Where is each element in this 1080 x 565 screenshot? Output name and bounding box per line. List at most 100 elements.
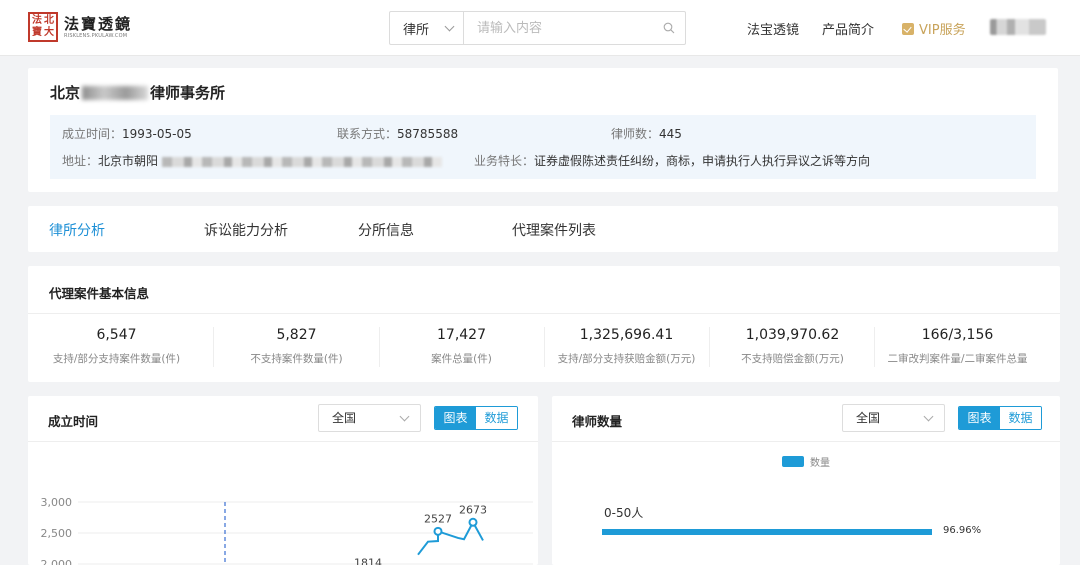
lawyer-count-info: 律师数：445 [611, 125, 682, 142]
stat-value: 1,039,970.62 [745, 327, 840, 343]
firm-info-card: 北京 律师事务所 成立时间：1993-05-05 联系方式：58785588 律… [28, 68, 1058, 192]
nav-products[interactable]: 产品简介 [822, 19, 874, 38]
user-avatar[interactable] [990, 19, 1046, 35]
stat-value: 6,547 [96, 327, 137, 343]
view-toggle: 图表 数据 [434, 406, 518, 430]
seal-char: 寶 [32, 27, 42, 38]
bar-track [602, 529, 942, 535]
y-tick-label: 3,000 [41, 496, 73, 509]
search-input[interactable] [464, 12, 685, 44]
address-label: 地址： [62, 154, 99, 168]
chevron-down-icon [444, 21, 455, 32]
logo-seal: 法 北 寶 大 [28, 12, 58, 42]
contact-label: 联系方式： [337, 127, 398, 141]
established-info: 成立时间：1993-05-05 [62, 125, 192, 142]
stat-total: 17,427 案件总量(件) [379, 327, 544, 366]
stat-supported: 6,547 支持/部分支持案件数量(件) [34, 327, 199, 366]
search-icon[interactable] [663, 22, 675, 34]
specialty-info: 业务特长：证券虚假陈述责任纠纷，商标，申请执行人执行异议之诉等方向 [474, 152, 870, 169]
stat-label: 案件总量(件) [431, 353, 492, 365]
stat-unsupported-amount: 1,039,970.62 不支持赔偿金额(万元) [710, 327, 875, 366]
stats-title: 代理案件基本信息 [49, 286, 150, 301]
chevron-down-icon [923, 411, 934, 422]
contact-info: 联系方式：58785588 [337, 125, 458, 142]
address-info: 地址：北京市朝阳 [62, 152, 443, 169]
stat-value: 166/3,156 [921, 327, 994, 343]
seal-char: 法 [32, 15, 42, 26]
seal-char: 大 [44, 27, 54, 38]
tab-cases-list[interactable]: 代理案件列表 [512, 220, 596, 240]
data-point [433, 526, 443, 536]
region-select-value: 全国 [332, 411, 357, 425]
firm-name-prefix: 北京 [50, 84, 81, 102]
stat-label: 支持/部分支持案件数量(件) [52, 353, 181, 365]
address-value: 北京市朝阳 [98, 154, 159, 168]
stat-supported-amount: 1,325,696.41 支持/部分支持获赔金额(万元) [544, 327, 709, 366]
stat-value: 17,427 [437, 327, 486, 343]
stat-label: 不支持赔偿金额(万元) [741, 353, 844, 365]
series-line [417, 520, 484, 556]
lawyer-count-value: 445 [659, 127, 682, 141]
specialty-value: 证券虚假陈述责任纠纷，商标，申请执行人执行异议之诉等方向 [534, 154, 871, 168]
nav-vip-label: VIP服务 [919, 23, 966, 38]
stat-second-instance: 166/3,156 二审改判案件量/二审案件总量 [875, 327, 1040, 366]
logo[interactable]: 法 北 寶 大 法寶透鏡 RISKLENS.PKULAW.COM [28, 12, 132, 42]
stat-unsupported: 5,827 不支持案件数量(件) [214, 327, 379, 366]
search-type-select[interactable]: 律所 [390, 12, 464, 44]
analysis-tabs: 律所分析 诉讼能力分析 分所信息 代理案件列表 [28, 206, 1058, 252]
chart-legend[interactable]: 数量 [782, 454, 830, 469]
data-view-button[interactable]: 数据 [476, 407, 517, 429]
chevron-down-icon [399, 411, 410, 422]
lawyer-count-label: 律师数： [611, 127, 660, 141]
data-view-button[interactable]: 数据 [1000, 407, 1041, 429]
data-label: 2673 [459, 503, 487, 516]
lawyer-count-chart-panel: 律师数量 全国 图表 数据 数量 0-50人 96.96% [552, 396, 1060, 565]
tab-firm-analysis[interactable]: 律所分析 [49, 220, 105, 240]
data-label: 1814 [354, 557, 382, 565]
contact-value: 58785588 [397, 127, 459, 141]
logo-subtitle: RISKLENS.PKULAW.COM [64, 32, 128, 39]
data-point [468, 517, 478, 527]
bar-fill [602, 529, 932, 535]
region-select-value: 全国 [856, 411, 881, 425]
tab-litigation-ability[interactable]: 诉讼能力分析 [204, 220, 288, 240]
bar-category-label: 0-50人 [604, 506, 644, 520]
panel-title: 律师数量 [572, 414, 623, 429]
specialty-label: 业务特长： [474, 154, 535, 168]
established-value: 1993-05-05 [122, 127, 192, 141]
y-tick-label: 2,500 [41, 527, 73, 540]
y-tick-label: 2,000 [41, 558, 73, 565]
view-toggle: 图表 数据 [958, 406, 1042, 430]
bar-value-label: 96.96% [943, 525, 982, 536]
firm-name: 北京 律师事务所 [50, 82, 225, 103]
region-select[interactable]: 全国 [842, 404, 945, 432]
founded-chart-panel: 成立时间 全国 图表 数据 3,000 2,500 2,000 1814 2527 267… [28, 396, 538, 565]
region-select[interactable]: 全国 [318, 404, 421, 432]
seal-char: 北 [44, 15, 54, 26]
legend-swatch [782, 456, 804, 467]
redacted-address [162, 156, 443, 167]
redacted-name [82, 85, 149, 100]
nav-vip[interactable]: VIP服务 [902, 19, 966, 38]
stat-value: 5,827 [276, 327, 317, 343]
top-header: 法 北 寶 大 法寶透鏡 RISKLENS.PKULAW.COM 律所 法宝透镜… [0, 0, 1080, 56]
tab-branches[interactable]: 分所信息 [358, 220, 414, 240]
divider [28, 313, 1060, 314]
logo-title: 法寶透鏡 [64, 14, 133, 33]
stat-value: 1,325,696.41 [579, 327, 674, 343]
stat-label: 不支持案件数量(件) [250, 353, 343, 365]
established-label: 成立时间： [62, 127, 123, 141]
divider [552, 441, 1060, 442]
firm-name-suffix: 律师事务所 [150, 84, 226, 102]
case-stats-card: 代理案件基本信息 6,547 支持/部分支持案件数量(件) 5,827 不支持案… [28, 266, 1060, 382]
data-label: 2527 [424, 512, 452, 525]
stat-label: 支持/部分支持获赔金额(万元) [557, 353, 696, 365]
chart-view-button[interactable]: 图表 [435, 407, 476, 429]
founded-line-chart: 3,000 2,500 2,000 1814 2527 2673 [41, 496, 533, 565]
firm-details: 成立时间：1993-05-05 联系方式：58785588 律师数：445 地址… [50, 115, 1036, 179]
nav-lens[interactable]: 法宝透镜 [747, 19, 799, 38]
chart-view-button[interactable]: 图表 [959, 407, 1000, 429]
legend-label: 数量 [810, 458, 830, 469]
search-type-label: 律所 [403, 22, 430, 38]
search-box: 律所 [389, 11, 686, 45]
